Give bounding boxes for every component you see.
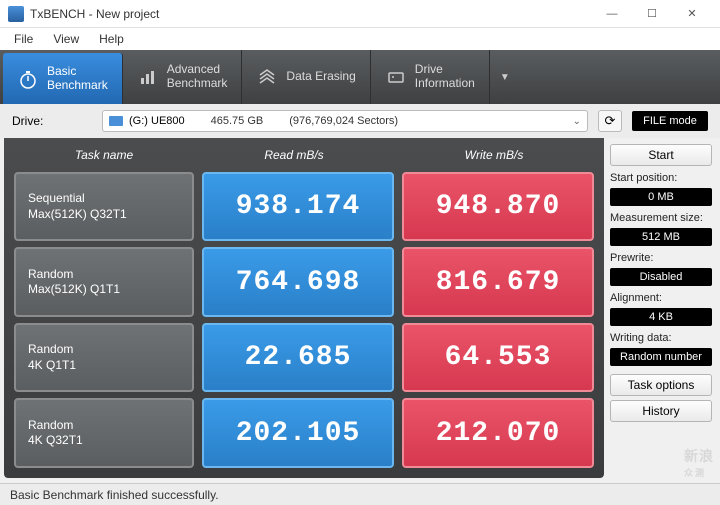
write-value: 816.679 (402, 247, 594, 317)
task-line2: 4K Q32T1 (28, 433, 180, 449)
col-read: Read mB/s (194, 148, 394, 162)
erase-icon (256, 66, 278, 88)
app-icon (8, 6, 24, 22)
toolbar: Basic Benchmark Advanced Benchmark Data … (0, 50, 720, 104)
write-value: 64.553 (402, 323, 594, 393)
results-header: Task name Read mB/s Write mB/s (14, 144, 594, 166)
task-line1: Random (28, 267, 180, 283)
drive-bar: Drive: (G:) UE800 465.75 GB (976,769,024… (0, 104, 720, 138)
read-value: 938.174 (202, 172, 394, 242)
stopwatch-icon (17, 68, 39, 90)
tab-drive-information[interactable]: Drive Information (371, 50, 490, 104)
toolbar-more[interactable]: ▼ (490, 50, 532, 104)
side-panel: Start Start position: 0 MB Measurement s… (608, 138, 720, 478)
tab-advanced-benchmark[interactable]: Advanced Benchmark (123, 50, 243, 104)
task-cell[interactable]: SequentialMax(512K) Q32T1 (14, 172, 194, 242)
write-value: 212.070 (402, 398, 594, 468)
menu-bar: File View Help (0, 28, 720, 50)
drive-size: 465.75 GB (211, 115, 264, 127)
chevron-down-icon: ⌄ (573, 116, 581, 127)
history-button[interactable]: History (610, 400, 712, 422)
drive-select[interactable]: (G:) UE800 465.75 GB (976,769,024 Sector… (102, 110, 588, 132)
measurement-size-label: Measurement size: (610, 212, 712, 224)
disk-icon (109, 116, 123, 126)
minimize-button[interactable]: — (592, 2, 632, 26)
read-value: 202.105 (202, 398, 394, 468)
task-options-button[interactable]: Task options (610, 374, 712, 396)
result-row: RandomMax(512K) Q1T1 764.698 816.679 (14, 247, 594, 317)
measurement-size-value[interactable]: 512 MB (610, 228, 712, 246)
window-controls: — ☐ ✕ (592, 2, 712, 26)
menu-help[interactable]: Help (91, 30, 132, 48)
writing-data-label: Writing data: (610, 332, 712, 344)
start-button[interactable]: Start (610, 144, 712, 166)
chevron-down-icon: ▼ (500, 72, 522, 83)
menu-file[interactable]: File (6, 30, 41, 48)
tab-label: Data Erasing (286, 70, 355, 84)
col-task: Task name (14, 148, 194, 162)
prewrite-value[interactable]: Disabled (610, 268, 712, 286)
results-panel: Task name Read mB/s Write mB/s Sequentia… (4, 138, 604, 478)
task-cell[interactable]: Random4K Q1T1 (14, 323, 194, 393)
close-button[interactable]: ✕ (672, 2, 712, 26)
task-line2: Max(512K) Q32T1 (28, 207, 180, 223)
task-line1: Random (28, 418, 180, 434)
read-value: 22.685 (202, 323, 394, 393)
title-bar: TxBENCH - New project — ☐ ✕ (0, 0, 720, 28)
result-row: Random4K Q32T1 202.105 212.070 (14, 398, 594, 468)
status-text: Basic Benchmark finished successfully. (10, 488, 219, 502)
status-bar: Basic Benchmark finished successfully. (0, 483, 720, 505)
task-line2: Max(512K) Q1T1 (28, 282, 180, 298)
task-line1: Sequential (28, 191, 180, 207)
tab-label: Drive Information (415, 63, 475, 91)
tab-basic-benchmark[interactable]: Basic Benchmark (3, 53, 123, 104)
result-row: SequentialMax(512K) Q32T1 938.174 948.87… (14, 172, 594, 242)
start-position-label: Start position: (610, 172, 712, 184)
writing-data-value[interactable]: Random number (610, 348, 712, 366)
menu-view[interactable]: View (45, 30, 87, 48)
task-cell[interactable]: RandomMax(512K) Q1T1 (14, 247, 194, 317)
start-position-value[interactable]: 0 MB (610, 188, 712, 206)
task-line2: 4K Q1T1 (28, 358, 180, 374)
drive-label: Drive: (12, 114, 92, 128)
write-value: 948.870 (402, 172, 594, 242)
drive-name: (G:) UE800 (129, 115, 185, 127)
tab-label: Advanced Benchmark (167, 63, 228, 91)
prewrite-label: Prewrite: (610, 252, 712, 264)
tab-data-erasing[interactable]: Data Erasing (242, 50, 370, 104)
refresh-icon: ⟳ (605, 113, 616, 129)
task-line1: Random (28, 342, 180, 358)
main-body: Task name Read mB/s Write mB/s Sequentia… (0, 138, 720, 478)
drive-icon (385, 66, 407, 88)
tab-label: Basic Benchmark (47, 65, 108, 93)
window-title: TxBENCH - New project (30, 7, 592, 21)
bars-icon (137, 66, 159, 88)
read-value: 764.698 (202, 247, 394, 317)
task-cell[interactable]: Random4K Q32T1 (14, 398, 194, 468)
maximize-button[interactable]: ☐ (632, 2, 672, 26)
result-row: Random4K Q1T1 22.685 64.553 (14, 323, 594, 393)
refresh-button[interactable]: ⟳ (598, 110, 622, 132)
alignment-label: Alignment: (610, 292, 712, 304)
file-mode-button[interactable]: FILE mode (632, 111, 708, 131)
col-write: Write mB/s (394, 148, 594, 162)
drive-sectors: (976,769,024 Sectors) (289, 115, 398, 127)
alignment-value[interactable]: 4 KB (610, 308, 712, 326)
